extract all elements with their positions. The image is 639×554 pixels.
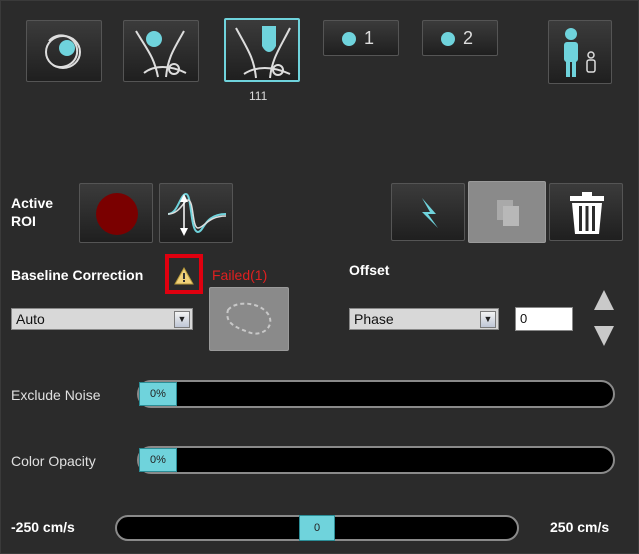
vessel-bifurcation-button[interactable] [123, 20, 199, 82]
baseline-warning-highlight[interactable] [165, 254, 203, 294]
color-opacity-label: Color Opacity [11, 453, 96, 469]
active-roi-color-button[interactable] [79, 183, 153, 243]
copy-icon [497, 200, 519, 226]
delete-roi-button[interactable] [549, 183, 623, 241]
warning-icon [174, 266, 194, 285]
flow-curve-icon [167, 192, 227, 236]
exclude-noise-handle[interactable]: 0% [139, 382, 177, 406]
increment-arrow-icon[interactable] [594, 290, 614, 310]
baseline-correction-text: Baseline Correction [11, 267, 144, 283]
baseline-method-select[interactable]: Auto ▼ [11, 308, 193, 330]
velocity-handle[interactable]: 0 [299, 515, 335, 541]
chevron-down-icon: ▼ [480, 311, 496, 328]
active-roi-label: Active ROI [11, 195, 54, 229]
copy-roi-button[interactable] [468, 181, 546, 243]
exclude-noise-label: Exclude Noise [11, 387, 101, 403]
roi-2-dot-icon [441, 32, 455, 46]
cardiac-view-button[interactable] [26, 20, 102, 82]
flow-analysis-panel: 111 1 2 Active ROI Baseline Correction F… [0, 0, 639, 554]
offset-stepper[interactable] [592, 288, 616, 352]
velocity-max-label: 250 cm/s [550, 519, 610, 535]
flow-curve-button[interactable] [159, 183, 233, 243]
exclude-noise-slider[interactable] [137, 380, 615, 408]
patient-figure-icon [564, 28, 596, 77]
vessel-branch-icon [135, 30, 187, 78]
baseline-failed-status: Failed(1) [212, 267, 268, 283]
velocity-min-label: -250 cm/s [11, 519, 75, 535]
chevron-down-icon: ▼ [174, 311, 190, 328]
roi-1-label: 1 [364, 28, 375, 48]
offset-label: Offset [349, 262, 390, 278]
roi-1-dot-icon [342, 32, 356, 46]
auto-segment-button[interactable] [391, 183, 465, 241]
cardiac-flow-icon [45, 34, 81, 69]
offset-type-value: Phase [354, 311, 394, 327]
vessel-segment-button[interactable] [224, 18, 300, 82]
baseline-roi-button[interactable] [209, 287, 289, 351]
roi-2-button[interactable]: 2 [422, 20, 498, 56]
series-count-label: 111 [249, 89, 268, 103]
baseline-correction-label: Baseline Correction [11, 267, 165, 283]
roi-1-button[interactable]: 1 [323, 20, 399, 56]
patient-orientation-button[interactable] [548, 20, 612, 84]
color-opacity-handle[interactable]: 0% [139, 448, 177, 472]
trash-icon [570, 192, 604, 234]
offset-type-select[interactable]: Phase ▼ [349, 308, 499, 330]
color-opacity-slider[interactable] [137, 446, 615, 474]
vessel-segment-icon [235, 26, 291, 79]
offset-value-input[interactable]: 0 [515, 307, 573, 331]
roi-color-swatch [96, 193, 138, 235]
roi-2-label: 2 [463, 28, 474, 48]
lightning-icon [422, 198, 438, 228]
baseline-method-value: Auto [16, 311, 45, 327]
decrement-arrow-icon[interactable] [594, 326, 614, 346]
dashed-roi-icon [226, 302, 272, 335]
